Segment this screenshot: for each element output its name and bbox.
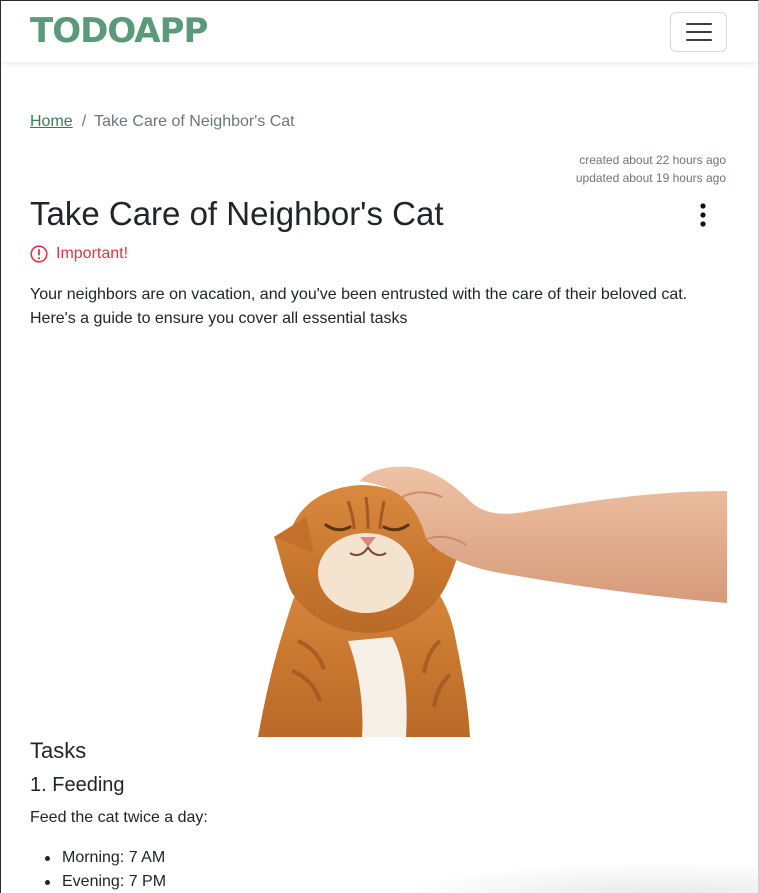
tasks-heading: Tasks	[30, 738, 87, 763]
cat-image	[30, 341, 727, 737]
feeding-list: Morning: 7 AM Evening: 7 PM	[30, 846, 166, 893]
important-badge: Important!	[30, 244, 128, 264]
scroll-shadow	[381, 861, 758, 893]
navbar: TODOAPP	[1, 1, 758, 62]
updated-timestamp: updated about 19 hours ago	[575, 171, 726, 185]
feeding-heading: 1. Feeding	[30, 774, 125, 796]
breadcrumb-current: Take Care of Neighbor's Cat	[94, 113, 295, 130]
created-timestamp: created about 22 hours ago	[579, 153, 726, 167]
page-title: Take Care of Neighbor's Cat	[30, 195, 444, 232]
todo-timestamps: created about 22 hours ago updated about…	[576, 151, 726, 187]
breadcrumb-separator: /	[81, 113, 87, 130]
vertical-ellipsis-icon	[700, 203, 706, 227]
list-item: Morning: 7 AM	[30, 846, 166, 870]
app-window: TODOAPP Home / Take Care of Neighbor's C…	[0, 0, 759, 893]
feeding-intro: Feed the cat twice a day:	[30, 809, 208, 826]
breadcrumb: Home / Take Care of Neighbor's Cat	[30, 112, 295, 132]
list-item: Evening: 7 PM	[30, 870, 166, 893]
brand-logo[interactable]: TODOAPP	[30, 11, 208, 51]
navbar-toggle-button[interactable]	[670, 12, 727, 52]
todo-description: Your neighbors are on vacation, and you'…	[30, 286, 688, 327]
exclamation-circle-icon	[30, 245, 48, 263]
breadcrumb-home-link[interactable]: Home	[30, 112, 73, 132]
hamburger-menu-icon	[685, 23, 712, 41]
todo-options-button[interactable]	[691, 201, 715, 229]
important-label: Important!	[56, 245, 129, 262]
